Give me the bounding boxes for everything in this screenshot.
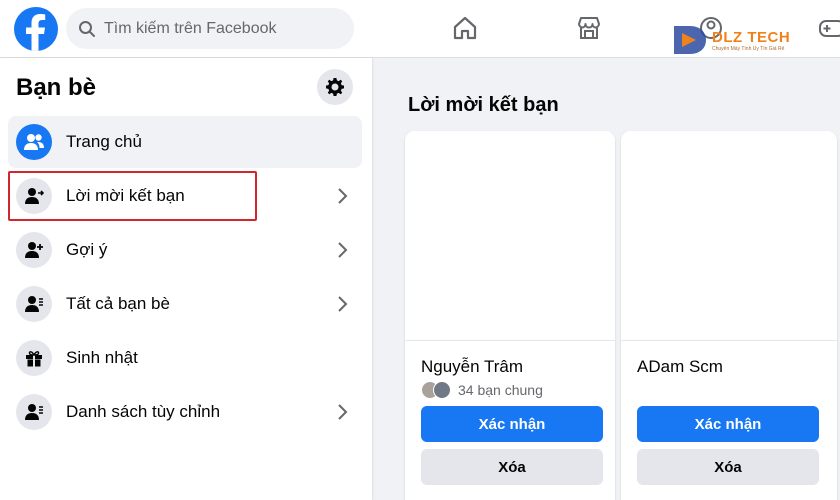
- mutual-friends[interactable]: 34 bạn chung: [421, 381, 543, 399]
- friends-icon: [24, 134, 44, 150]
- sidebar-item-label: Danh sách tùy chỉnh: [66, 402, 221, 421]
- watermark-text: DLZ TECH: [712, 29, 791, 46]
- sidebar-item-birthdays[interactable]: Sinh nhật: [8, 332, 362, 384]
- mutual-count: 34 bạn chung: [458, 382, 543, 398]
- sidebar-item-label: Lời mời kết bạn: [66, 186, 185, 205]
- home-icon[interactable]: [451, 14, 479, 42]
- avatar: [433, 381, 451, 399]
- sidebar-item-label: Gợi ý: [66, 240, 108, 259]
- friend-request-card[interactable]: ADam Scm Xác nhận Xóa: [621, 131, 837, 500]
- custom-list-icon-wrap: [16, 394, 52, 430]
- mutual-avatars: [421, 381, 455, 399]
- add-friend-icon-wrap: [16, 232, 52, 268]
- sidebar-item-home[interactable]: Trang chủ: [8, 116, 362, 168]
- chevron-right-icon: [338, 404, 348, 420]
- gift-icon: [26, 351, 42, 367]
- sidebar-item-custom-lists[interactable]: Danh sách tùy chỉnh: [8, 386, 362, 438]
- chevron-right-icon: [338, 242, 348, 258]
- friend-request-icon: [25, 188, 44, 204]
- sidebar-item-label: Sinh nhật: [66, 348, 138, 367]
- watermark-subtext: Chuyên Máy Tính Uy Tín Giá Rẻ: [712, 46, 785, 52]
- confirm-button[interactable]: Xác nhận: [637, 406, 819, 442]
- card-name[interactable]: ADam Scm: [637, 357, 723, 377]
- chevron-right-icon: [338, 296, 348, 312]
- gaming-icon[interactable]: [818, 14, 840, 42]
- profile-photo[interactable]: [405, 131, 615, 341]
- sidebar-item-all-friends[interactable]: Tất cả bạn bè: [8, 278, 362, 330]
- friend-request-icon-wrap: [16, 178, 52, 214]
- friend-list-icon-wrap: [16, 286, 52, 322]
- delete-button[interactable]: Xóa: [421, 449, 603, 485]
- facebook-logo[interactable]: [14, 7, 58, 51]
- friends-sidebar: Bạn bè Trang chủ Lời mời kết bạn Gợi ý T…: [0, 58, 372, 500]
- sidebar-item-label: Tất cả bạn bè: [66, 294, 170, 313]
- sidebar-item-suggestions[interactable]: Gợi ý: [8, 224, 362, 276]
- sidebar-title: Bạn bè: [16, 74, 97, 101]
- top-bar: DLZ TECH Chuyên Máy Tính Uy Tín Giá Rẻ: [0, 0, 840, 58]
- settings-button[interactable]: [317, 69, 353, 105]
- friend-request-card[interactable]: Nguyễn Trâm 34 bạn chung Xác nhận Xóa: [405, 131, 615, 500]
- sidebar-item-label: Trang chủ: [66, 132, 142, 151]
- confirm-button[interactable]: Xác nhận: [421, 406, 603, 442]
- search-input[interactable]: [104, 19, 344, 38]
- gear-icon: [326, 78, 344, 96]
- search-box[interactable]: [66, 8, 354, 49]
- marketplace-icon[interactable]: [575, 14, 603, 42]
- dlz-logo-icon: [674, 26, 706, 54]
- facebook-f-icon: [26, 14, 46, 51]
- friends-icon-wrap: [16, 124, 52, 160]
- card-name[interactable]: Nguyễn Trâm: [421, 357, 523, 377]
- page-title: Lời mời kết bạn: [408, 94, 559, 116]
- custom-list-icon: [25, 404, 43, 420]
- add-friend-icon: [25, 242, 43, 258]
- chevron-right-icon: [338, 188, 348, 204]
- delete-button[interactable]: Xóa: [637, 449, 819, 485]
- gift-icon-wrap: [16, 340, 52, 376]
- friend-list-icon: [25, 296, 43, 312]
- profile-photo[interactable]: [621, 131, 837, 341]
- sidebar-item-friend-requests[interactable]: Lời mời kết bạn: [8, 170, 362, 222]
- search-icon: [79, 20, 95, 37]
- dlz-tech-watermark: DLZ TECH Chuyên Máy Tính Uy Tín Giá Rẻ: [668, 20, 800, 60]
